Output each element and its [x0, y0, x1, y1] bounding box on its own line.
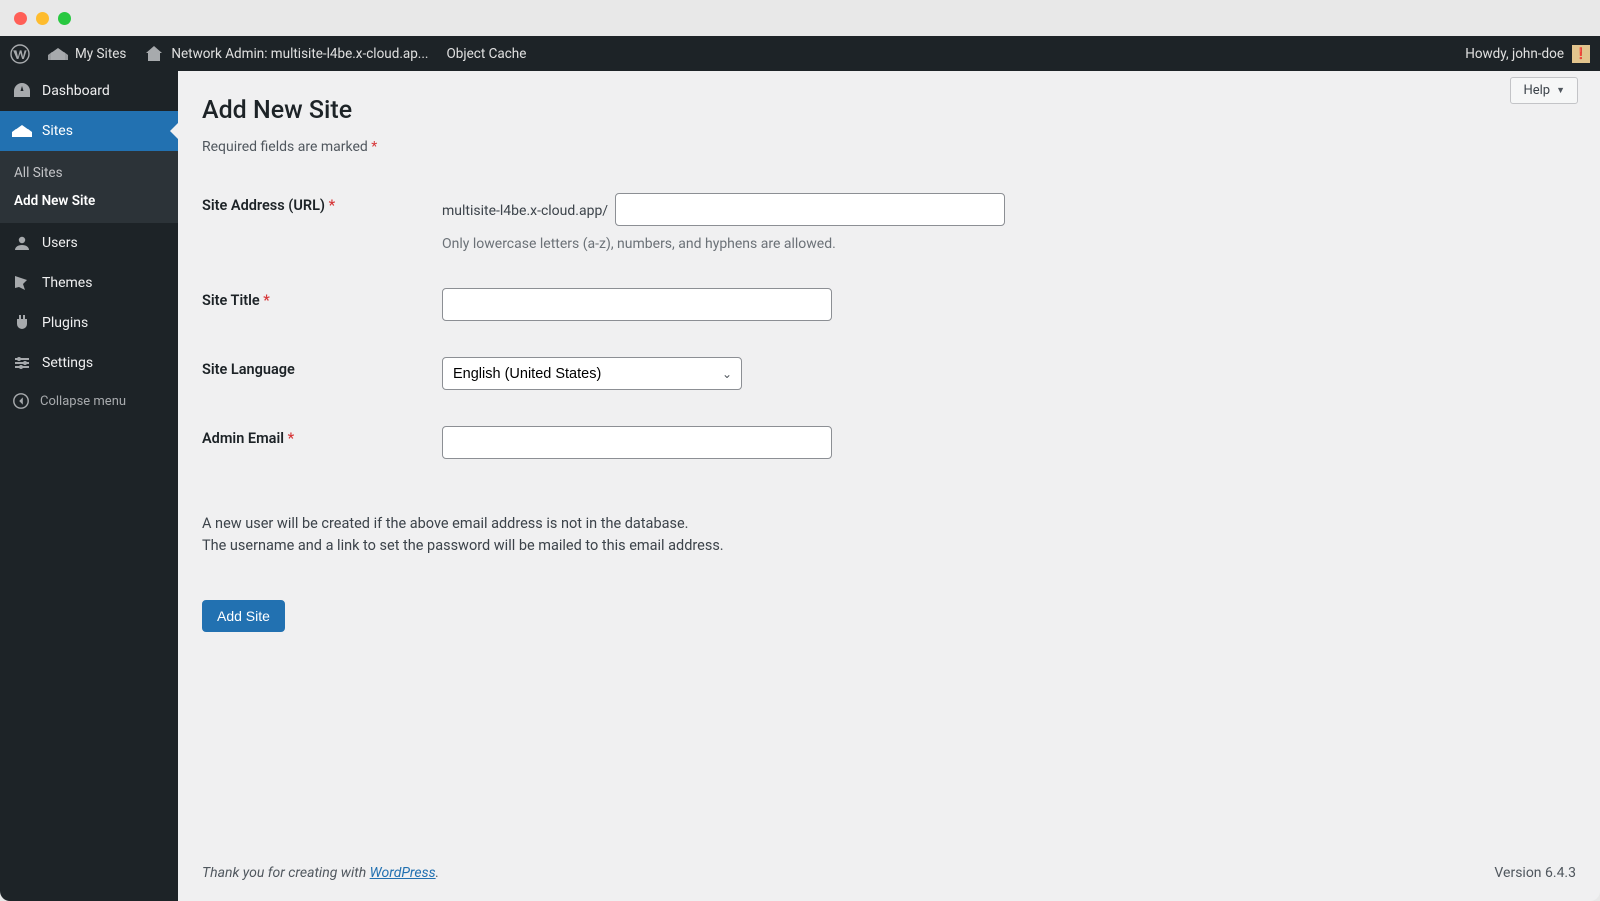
sidebar-item-users[interactable]: Users [0, 223, 178, 263]
collapse-icon [12, 392, 30, 410]
sites-icon [12, 121, 32, 141]
account-menu[interactable]: Howdy, john-doe ❗ [1465, 45, 1590, 63]
sidebar-item-label: Dashboard [42, 83, 110, 99]
required-star: * [288, 430, 295, 447]
sidebar-item-plugins[interactable]: Plugins [0, 303, 178, 343]
site-address-input[interactable] [615, 193, 1005, 226]
app-window: My Sites Network Admin: multisite-l4be.x… [0, 0, 1600, 901]
version-label: Version 6.4.3 [1494, 865, 1576, 881]
info-line-1: A new user will be created if the above … [202, 513, 1576, 535]
chevron-down-icon: ▼ [1556, 85, 1565, 96]
admin-email-info: A new user will be created if the above … [202, 513, 1576, 558]
required-star: * [371, 139, 377, 155]
dashboard-icon [12, 81, 32, 101]
howdy-label: Howdy, john-doe [1465, 46, 1564, 62]
sidebar-item-themes[interactable]: Themes [0, 263, 178, 303]
admin-sidebar: Dashboard Sites All Sites Add New Site U… [0, 71, 178, 901]
minimize-window-icon[interactable] [36, 12, 49, 25]
required-star: * [329, 197, 336, 214]
site-language-label: Site Language [202, 361, 295, 378]
submenu-add-new-site[interactable]: Add New Site [0, 187, 178, 215]
object-cache-label: Object Cache [447, 46, 527, 62]
network-admin-label: Network Admin: multisite-l4be.x-cloud.ap… [171, 46, 428, 62]
sidebar-item-settings[interactable]: Settings [0, 343, 178, 383]
add-site-form: Site Address (URL) * multisite-l4be.x-cl… [202, 175, 1576, 477]
sites-submenu: All Sites Add New Site [0, 151, 178, 223]
close-window-icon[interactable] [14, 12, 27, 25]
sidebar-item-label: Plugins [42, 315, 88, 331]
avatar-icon: ❗ [1572, 45, 1590, 63]
themes-icon [12, 273, 32, 293]
sidebar-item-dashboard[interactable]: Dashboard [0, 71, 178, 111]
object-cache-menu[interactable]: Object Cache [447, 46, 527, 62]
wp-logo-menu[interactable] [10, 44, 30, 64]
sidebar-item-label: Sites [42, 123, 73, 139]
footer-thanks: Thank you for creating with WordPress. [202, 865, 439, 881]
users-icon [12, 233, 32, 253]
add-site-button[interactable]: Add Site [202, 600, 285, 632]
collapse-label: Collapse menu [40, 394, 126, 409]
admin-bar: My Sites Network Admin: multisite-l4be.x… [0, 36, 1600, 71]
admin-footer: Thank you for creating with WordPress. V… [178, 851, 1600, 901]
content-area: Help ▼ Add New Site Required fields are … [178, 71, 1600, 901]
required-note-text: Required fields are marked [202, 139, 368, 155]
submenu-all-sites[interactable]: All Sites [0, 159, 178, 187]
page-title: Add New Site [202, 81, 1576, 133]
sidebar-item-label: Users [42, 235, 78, 251]
collapse-menu[interactable]: Collapse menu [0, 383, 178, 419]
site-language-select[interactable]: English (United States) [442, 357, 742, 390]
my-sites-menu[interactable]: My Sites [48, 44, 126, 64]
footer-thanks-suffix: . [436, 865, 440, 881]
site-address-hint: Only lowercase letters (a-z), numbers, a… [442, 236, 1566, 252]
maximize-window-icon[interactable] [58, 12, 71, 25]
mac-titlebar [0, 0, 1600, 36]
site-address-label: Site Address (URL) [202, 197, 325, 214]
network-sites-icon [48, 44, 68, 64]
help-label: Help [1523, 83, 1550, 98]
sidebar-item-label: Themes [42, 275, 92, 291]
settings-icon [12, 353, 32, 373]
required-fields-note: Required fields are marked * [202, 139, 1576, 155]
info-line-2: The username and a link to set the passw… [202, 535, 1576, 557]
my-sites-label: My Sites [75, 46, 126, 62]
wordpress-logo-icon [10, 44, 30, 64]
wordpress-link[interactable]: WordPress [370, 865, 436, 881]
site-title-input[interactable] [442, 288, 832, 321]
footer-thanks-prefix: Thank you for creating with [202, 865, 370, 881]
help-tab[interactable]: Help ▼ [1510, 77, 1578, 104]
home-icon [144, 44, 164, 64]
sidebar-item-label: Settings [42, 355, 93, 371]
network-admin-menu[interactable]: Network Admin: multisite-l4be.x-cloud.ap… [144, 44, 428, 64]
site-title-label: Site Title [202, 292, 260, 309]
required-star: * [263, 292, 270, 309]
sidebar-item-sites[interactable]: Sites [0, 111, 178, 151]
plugins-icon [12, 313, 32, 333]
site-address-prefix: multisite-l4be.x-cloud.app/ [442, 203, 608, 219]
admin-email-label: Admin Email [202, 430, 284, 447]
admin-email-input[interactable] [442, 426, 832, 459]
